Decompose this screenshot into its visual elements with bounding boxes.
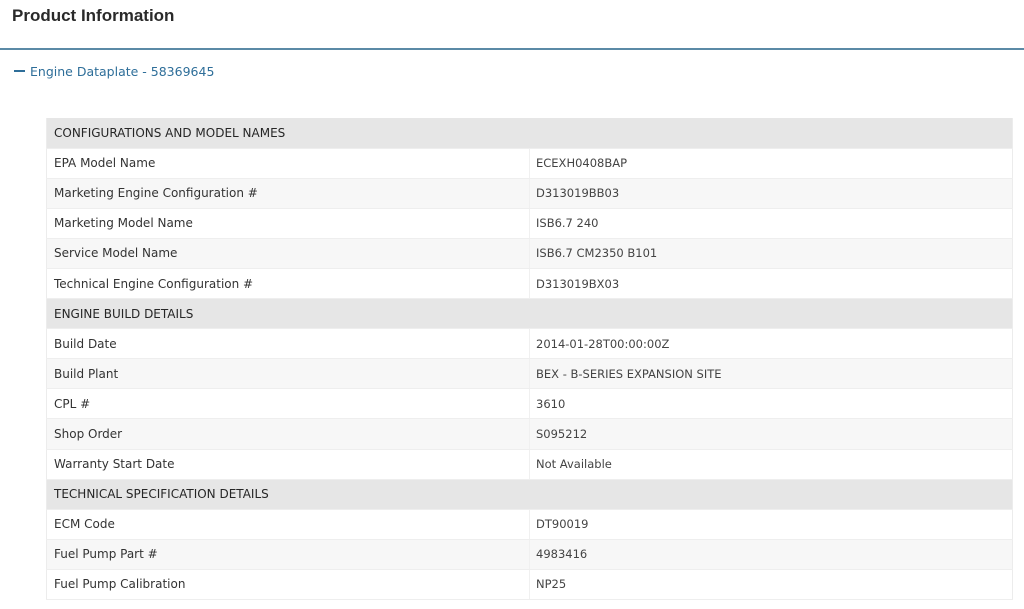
row-label: Build Date [46, 328, 530, 360]
row-value: NP25 [529, 569, 1013, 601]
table-row: Warranty Start Date Not Available [46, 449, 1013, 480]
section-heading: TECHNICAL SPECIFICATION DETAILS [46, 479, 1013, 510]
row-value: D313019BB03 [529, 178, 1013, 209]
section-heading: CONFIGURATIONS AND MODEL NAMES [46, 118, 1013, 149]
row-label: Fuel Pump Calibration [46, 569, 530, 601]
accordion-label[interactable]: Engine Dataplate - 58369645 [30, 64, 214, 79]
table-row: EPA Model Name ECEXH0408BAP [46, 148, 1013, 179]
row-value: BEX - B-SERIES EXPANSION SITE [529, 358, 1013, 390]
row-label: EPA Model Name [46, 148, 530, 179]
section-header-row: CONFIGURATIONS AND MODEL NAMES [46, 118, 1013, 149]
page-title: Product Information [12, 6, 175, 25]
row-value: DT90019 [529, 509, 1013, 540]
table-row: Build Plant BEX - B-SERIES EXPANSION SIT… [46, 358, 1013, 390]
row-label: Build Plant [46, 358, 530, 390]
row-label: Warranty Start Date [46, 449, 530, 480]
row-value: Not Available [529, 449, 1013, 480]
table-row: Marketing Engine Configuration # D313019… [46, 178, 1013, 209]
row-label: Technical Engine Configuration # [46, 268, 530, 300]
table-row: Fuel Pump Calibration NP25 [46, 569, 1013, 601]
row-label: Fuel Pump Part # [46, 539, 530, 570]
row-label: Shop Order [46, 418, 530, 450]
table-row: Technical Engine Configuration # D313019… [46, 268, 1013, 300]
product-info-table: CONFIGURATIONS AND MODEL NAMES EPA Model… [46, 118, 1013, 601]
row-label: CPL # [46, 388, 530, 420]
table-row: Marketing Model Name ISB6.7 240 [46, 208, 1013, 239]
row-value: 3610 [529, 388, 1013, 420]
table-row: Shop Order S095212 [46, 418, 1013, 450]
row-value: S095212 [529, 418, 1013, 450]
collapse-minus-icon[interactable] [14, 70, 25, 72]
row-value: ISB6.7 CM2350 B101 [529, 238, 1013, 269]
page-header: Product Information [0, 0, 1024, 50]
row-label: Service Model Name [46, 238, 530, 269]
row-label: Marketing Model Name [46, 208, 530, 239]
row-label: Marketing Engine Configuration # [46, 178, 530, 209]
table-row: Service Model Name ISB6.7 CM2350 B101 [46, 238, 1013, 269]
row-value: 4983416 [529, 539, 1013, 570]
table-row: ECM Code DT90019 [46, 509, 1013, 540]
engine-dataplate-toggle[interactable]: Engine Dataplate - 58369645 [14, 62, 214, 80]
table-row: CPL # 3610 [46, 388, 1013, 420]
row-value: ECEXH0408BAP [529, 148, 1013, 179]
row-value: ISB6.7 240 [529, 208, 1013, 239]
row-label: ECM Code [46, 509, 530, 540]
section-header-row: ENGINE BUILD DETAILS [46, 298, 1013, 330]
row-value: D313019BX03 [529, 268, 1013, 300]
section-header-row: TECHNICAL SPECIFICATION DETAILS [46, 479, 1013, 510]
section-heading: ENGINE BUILD DETAILS [46, 298, 1013, 330]
table-row: Fuel Pump Part # 4983416 [46, 539, 1013, 570]
table-row: Build Date 2014-01-28T00:00:00Z [46, 328, 1013, 360]
row-value: 2014-01-28T00:00:00Z [529, 328, 1013, 360]
